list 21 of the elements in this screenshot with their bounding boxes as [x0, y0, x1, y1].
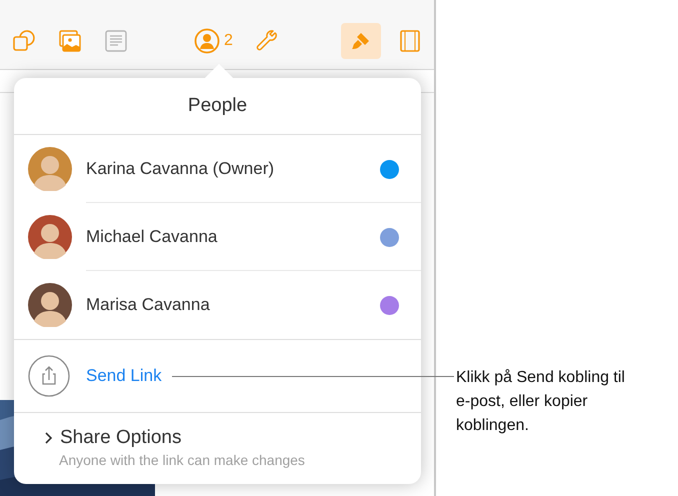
- document-icon: [398, 29, 421, 53]
- collaborate-button[interactable]: 2: [190, 23, 237, 59]
- image-icon: [58, 29, 82, 53]
- text-icon: [104, 29, 128, 53]
- format-button[interactable]: [340, 23, 381, 59]
- share-options-button[interactable]: Share Options: [60, 427, 182, 449]
- share-icon[interactable]: [28, 355, 70, 397]
- avatar-icon: [28, 283, 72, 327]
- chevron-icon: [44, 431, 54, 445]
- share-options-description: Anyone with the link can make changes: [58, 452, 306, 468]
- callout-text: Klikk på Send kobling til e-post, eller kopier koblingen.: [456, 368, 626, 436]
- popover-title: People: [14, 78, 421, 135]
- shapes-icon: [12, 29, 36, 53]
- person-name: Michael Cavanna: [86, 227, 218, 247]
- person-name: Karina Cavanna (Owner): [86, 159, 276, 179]
- person-name: Marisa Cavanna: [86, 295, 211, 315]
- person-icon: [194, 28, 220, 54]
- avatar-icon: [28, 215, 72, 259]
- wrench-icon: [254, 29, 279, 53]
- avatar-icon: [28, 147, 72, 191]
- send-link[interactable]: Send Link: [86, 366, 162, 386]
